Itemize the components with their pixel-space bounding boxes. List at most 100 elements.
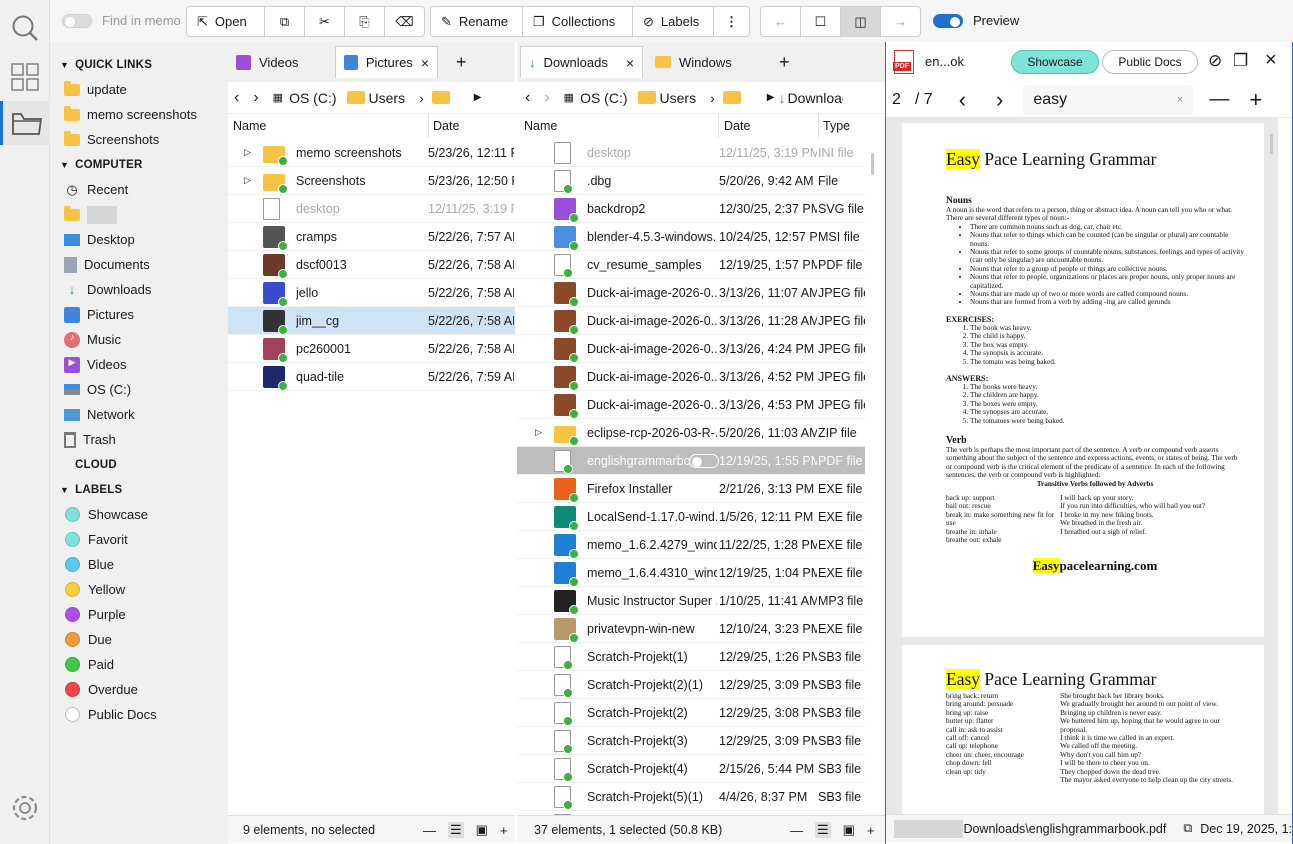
open-button[interactable]: ⇱ Open xyxy=(186,6,265,37)
sidebar-label-item[interactable]: Overdue xyxy=(50,677,228,702)
file-row[interactable]: Firefox Installer 2/21/26, 3:13 PM EXE fil… xyxy=(517,475,865,503)
tab-windows[interactable]: Windows xyxy=(647,46,767,78)
file-row[interactable]: ▷ eclipse-rcp-2026-03-R-... 5/20/26, 11:03… xyxy=(517,419,865,447)
file-row[interactable]: ▷ Screenshots 5/23/26, 12:50 PM xyxy=(228,167,515,195)
column-name[interactable]: Name xyxy=(233,119,266,133)
collections-icon[interactable]: ❐ xyxy=(1233,51,1248,71)
inline-rename-toggle[interactable] xyxy=(689,454,719,468)
sidebar-label-item[interactable]: Purple xyxy=(50,602,228,627)
column-type[interactable]: Type xyxy=(823,119,850,133)
quick-link-item[interactable]: memo screenshots xyxy=(50,102,228,127)
tab-pictures[interactable]: Pictures × xyxy=(335,46,438,78)
collections-button[interactable]: ❐ Collections xyxy=(522,6,633,37)
file-row[interactable]: dscf0013 5/22/26, 7:58 AM xyxy=(228,251,515,279)
zoom-out-icon[interactable]: — xyxy=(1209,88,1229,111)
sidebar-item-desktop[interactable]: Desktop xyxy=(50,227,228,252)
minus-icon[interactable]: — xyxy=(790,823,803,838)
file-row[interactable]: Scratch-Projekt(1) 12/29/25, 1:26 PM SB3 f… xyxy=(517,643,865,671)
file-row[interactable]: desktop 12/11/25, 3:19 PM xyxy=(228,195,515,223)
nav-forward-icon[interactable]: › xyxy=(544,89,549,107)
file-row[interactable]: Music Instructor Super ... 1/10/25, 11:41… xyxy=(517,587,865,615)
clear-search-icon[interactable]: × xyxy=(1177,94,1183,106)
preview-toggle[interactable] xyxy=(933,13,963,28)
file-row[interactable]: pc260001 5/22/26, 7:58 AM xyxy=(228,335,515,363)
expand-chevron-icon[interactable]: ▷ xyxy=(244,147,251,158)
breadcrumb-downloads[interactable]: Downloac xyxy=(787,90,843,106)
file-row[interactable]: Duck-ai-image-2026-0... 3/13/26, 4:52 PM J… xyxy=(517,363,865,391)
nav-back-icon[interactable]: ‹ xyxy=(525,89,530,107)
details-view-icon[interactable]: ☰ xyxy=(815,822,831,838)
file-row[interactable]: memo_1.6.2.4279_wind... 11/22/25, 1:28 PM… xyxy=(517,531,865,559)
sidebar-item-pictures[interactable]: Pictures xyxy=(50,302,228,327)
sidebar-label-item[interactable]: Favorit xyxy=(50,527,228,552)
sidebar-item-downloads[interactable]: ↓ Downloads xyxy=(50,277,228,302)
new-tab-button[interactable]: + xyxy=(771,46,798,78)
image-view-icon[interactable]: ▣ xyxy=(843,822,855,838)
file-row[interactable]: privatevpn-win-new 12/10/24, 3:23 PM EXE f… xyxy=(517,615,865,643)
breadcrumb-drive[interactable]: OS (C:) xyxy=(289,90,336,106)
pdf-viewport[interactable]: Easy Pace Learning Grammar Nouns A noun … xyxy=(886,118,1278,814)
computer-header[interactable]: ▼ COMPUTER xyxy=(50,152,228,177)
file-row[interactable]: jim__cg 5/22/26, 7:58 AM xyxy=(228,307,515,335)
file-row[interactable]: quad-tile 5/22/26, 7:59 AM xyxy=(228,363,515,391)
paste-button[interactable]: ⎘ xyxy=(344,6,385,37)
file-row[interactable]: backdrop2 12/30/25, 2:37 PM SVG file xyxy=(517,195,865,223)
copy-path-icon[interactable]: ⧉ xyxy=(1183,821,1192,836)
plus-icon[interactable]: + xyxy=(867,823,875,838)
column-name[interactable]: Name xyxy=(524,119,557,133)
image-view-icon[interactable]: ▣ xyxy=(476,822,488,838)
breadcrumb-users[interactable]: Users xyxy=(369,90,406,106)
find-in-memo[interactable]: Find in memo xyxy=(62,13,181,28)
forward-button[interactable]: → xyxy=(880,6,921,37)
mid-address-bar[interactable]: ‹ › ▦ OS (C:) Users › ▶ ↓ Downloac xyxy=(517,82,885,114)
sidebar-label-item[interactable]: Blue xyxy=(50,552,228,577)
close-preview-icon[interactable]: × xyxy=(1265,49,1277,72)
details-view-icon[interactable]: ☰ xyxy=(448,822,464,838)
file-row[interactable]: Scratch-Projekt(2)(1) 12/29/25, 3:09 PM SB… xyxy=(517,671,865,699)
cut-button[interactable]: ✂ xyxy=(304,6,345,37)
single-pane-button[interactable]: ☐ xyxy=(800,6,841,37)
preview-scrollbar-thumb[interactable] xyxy=(1270,134,1273,154)
sidebar-item-trash[interactable]: Trash xyxy=(50,427,228,452)
nav-back-icon[interactable]: ‹ xyxy=(234,89,239,107)
left-address-bar[interactable]: ‹ › ▦ OS (C:) Users › ▶ xyxy=(228,82,515,114)
pdf-search-input[interactable]: easy × xyxy=(1023,84,1194,115)
file-row[interactable]: Scratch-Projekt(3) 12/29/25, 3:09 PM SB3 f… xyxy=(517,727,865,755)
sidebar-item-recent[interactable]: ◷ Recent xyxy=(50,177,228,202)
plus-icon[interactable]: + xyxy=(500,823,508,838)
column-separator[interactable] xyxy=(818,114,819,138)
close-tab-icon[interactable]: × xyxy=(626,55,634,71)
file-row[interactable]: Scratch-Projekt(4) 2/15/26, 5:44 PM SB3 fi… xyxy=(517,755,865,783)
back-button[interactable]: ← xyxy=(760,6,801,37)
file-row[interactable]: Duck-ai-image-2026-0... 3/13/26, 4:24 PM J… xyxy=(517,335,865,363)
sidebar-item-videos[interactable]: ▶ Videos xyxy=(50,352,228,377)
nav-forward-icon[interactable]: › xyxy=(253,89,258,107)
tab-downloads[interactable]: ↓ Downloads × xyxy=(520,46,643,78)
sidebar-label-item[interactable]: Yellow xyxy=(50,577,228,602)
label-chip-public-docs[interactable]: Public Docs xyxy=(1102,50,1198,74)
quick-links-header[interactable]: ▼ QUICK LINKS xyxy=(50,52,228,77)
column-date[interactable]: Date xyxy=(724,119,750,133)
labels-header[interactable]: ▼ LABELS xyxy=(50,477,228,502)
sidebar-label-item[interactable]: Due xyxy=(50,627,228,652)
column-separator[interactable] xyxy=(428,114,429,138)
more-menu-button[interactable]: ⋮ xyxy=(713,6,750,37)
delete-button[interactable]: ⌫ xyxy=(384,6,425,37)
sidebar-item-network[interactable]: Network xyxy=(50,402,228,427)
dual-pane-button[interactable]: ◫ xyxy=(840,6,881,37)
file-row[interactable]: memo_1.6.4.4310_wind... 12/19/25, 1:04 PM… xyxy=(517,559,865,587)
file-row[interactable]: Scratch-Projekt(5)(1) 4/4/26, 8:37 PM SB3 … xyxy=(517,783,865,811)
rename-button[interactable]: ✎ Rename xyxy=(430,6,523,37)
breadcrumb-overflow-icon[interactable]: ▶ xyxy=(474,92,482,103)
settings-gear-icon[interactable] xyxy=(0,786,50,830)
page-number-input[interactable]: 2 xyxy=(892,91,901,109)
file-row[interactable]: Scratch-Projekt(2) 12/29/25, 3:08 PM SB3 f… xyxy=(517,699,865,727)
breadcrumb-users[interactable]: Users xyxy=(660,90,697,106)
file-row[interactable]: Duck-ai-image-2026-0... 3/13/26, 11:28 AM… xyxy=(517,307,865,335)
file-row[interactable]: ▷ memo screenshots 5/23/26, 12:11 PM xyxy=(228,139,515,167)
column-date[interactable]: Date xyxy=(433,119,459,133)
sidebar-label-item[interactable]: Paid xyxy=(50,652,228,677)
file-row[interactable]: Duck-ai-image-2026-0... 3/13/26, 11:07 AM… xyxy=(517,279,865,307)
expand-chevron-icon[interactable]: ▷ xyxy=(244,175,251,186)
file-row[interactable]: jello 5/22/26, 7:58 AM xyxy=(228,279,515,307)
